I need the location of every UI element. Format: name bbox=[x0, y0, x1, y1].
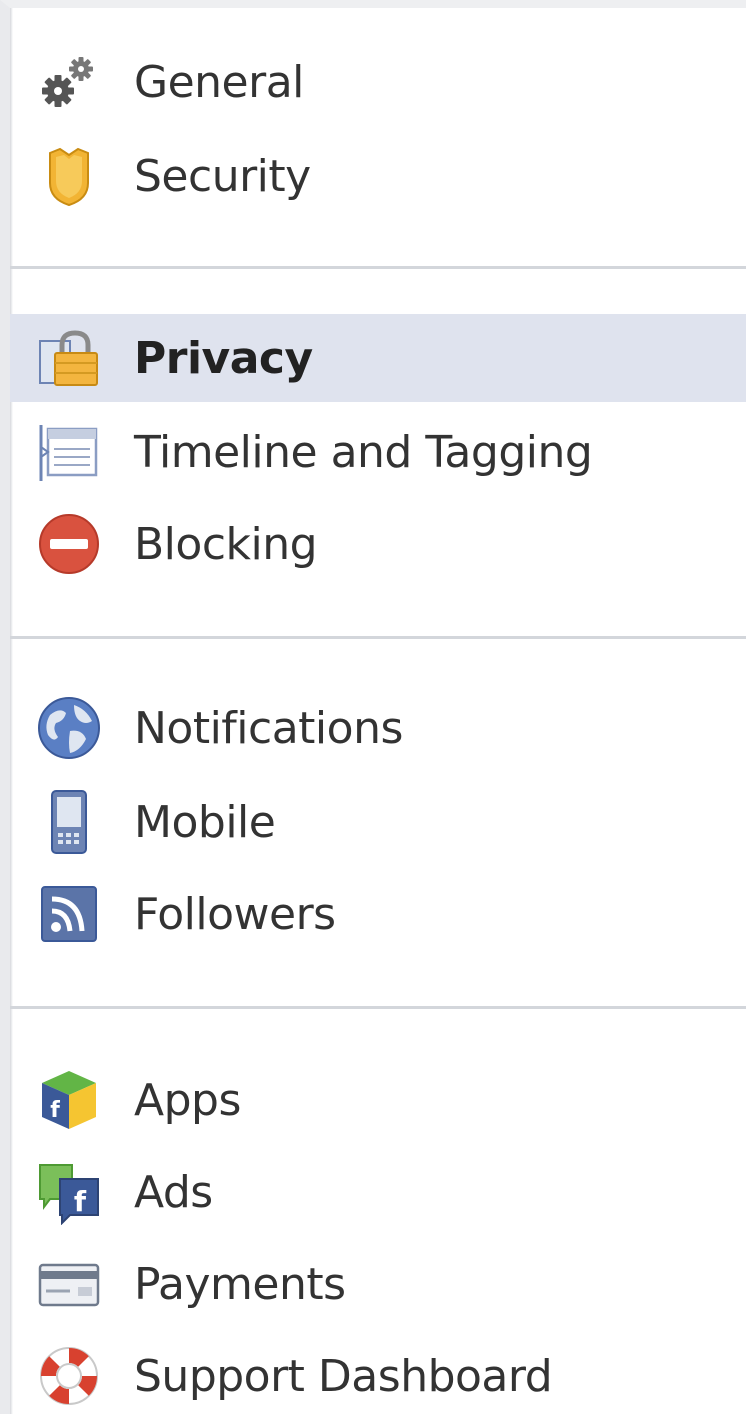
menu-item-label: Notifications bbox=[134, 702, 403, 754]
menu-item-security[interactable]: Security bbox=[10, 132, 746, 220]
phone-icon bbox=[36, 789, 102, 855]
menu-item-label: Support Dashboard bbox=[134, 1350, 553, 1402]
credit-card-icon bbox=[36, 1251, 102, 1317]
menu-item-timeline-and-tagging[interactable]: Timeline and Tagging bbox=[10, 408, 746, 496]
rss-icon bbox=[36, 881, 102, 947]
menu-item-privacy[interactable]: Privacy bbox=[10, 314, 746, 402]
timeline-icon bbox=[36, 419, 102, 485]
menu-item-label: Mobile bbox=[134, 796, 276, 848]
ads-icon: f bbox=[36, 1159, 102, 1225]
menu-item-notifications[interactable]: Notifications bbox=[10, 684, 746, 772]
menu-item-general[interactable]: General bbox=[10, 38, 746, 126]
lock-icon bbox=[36, 325, 102, 391]
block-icon bbox=[36, 511, 102, 577]
globe-icon bbox=[36, 695, 102, 761]
menu-item-payments[interactable]: Payments bbox=[10, 1240, 746, 1328]
menu-item-label: Followers bbox=[134, 888, 336, 940]
apps-cube-icon: f bbox=[36, 1067, 102, 1133]
menu-item-ads[interactable]: f Ads bbox=[10, 1148, 746, 1236]
svg-text:f: f bbox=[74, 1185, 87, 1218]
lifebuoy-icon bbox=[36, 1343, 102, 1409]
menu-item-label: Blocking bbox=[134, 518, 318, 570]
menu-item-label: Apps bbox=[134, 1074, 241, 1126]
menu-item-blocking[interactable]: Blocking bbox=[10, 500, 746, 588]
gears-icon bbox=[36, 49, 102, 115]
section-divider bbox=[10, 266, 746, 269]
section-divider bbox=[10, 1006, 746, 1009]
menu-item-label: Privacy bbox=[134, 332, 313, 384]
section-divider bbox=[10, 636, 746, 639]
menu-item-apps[interactable]: f Apps bbox=[10, 1056, 746, 1144]
menu-item-followers[interactable]: Followers bbox=[10, 870, 746, 958]
svg-text:f: f bbox=[50, 1098, 60, 1123]
settings-menu: General Security Privacy Timeline and Ta… bbox=[10, 8, 746, 1414]
badge-icon bbox=[36, 143, 102, 209]
menu-item-label: General bbox=[134, 56, 304, 108]
menu-item-mobile[interactable]: Mobile bbox=[10, 778, 746, 866]
menu-item-label: Timeline and Tagging bbox=[134, 426, 593, 478]
menu-item-support-dashboard[interactable]: Support Dashboard bbox=[10, 1332, 746, 1420]
menu-item-label: Security bbox=[134, 150, 311, 202]
menu-item-label: Payments bbox=[134, 1258, 346, 1310]
menu-item-label: Ads bbox=[134, 1166, 213, 1218]
